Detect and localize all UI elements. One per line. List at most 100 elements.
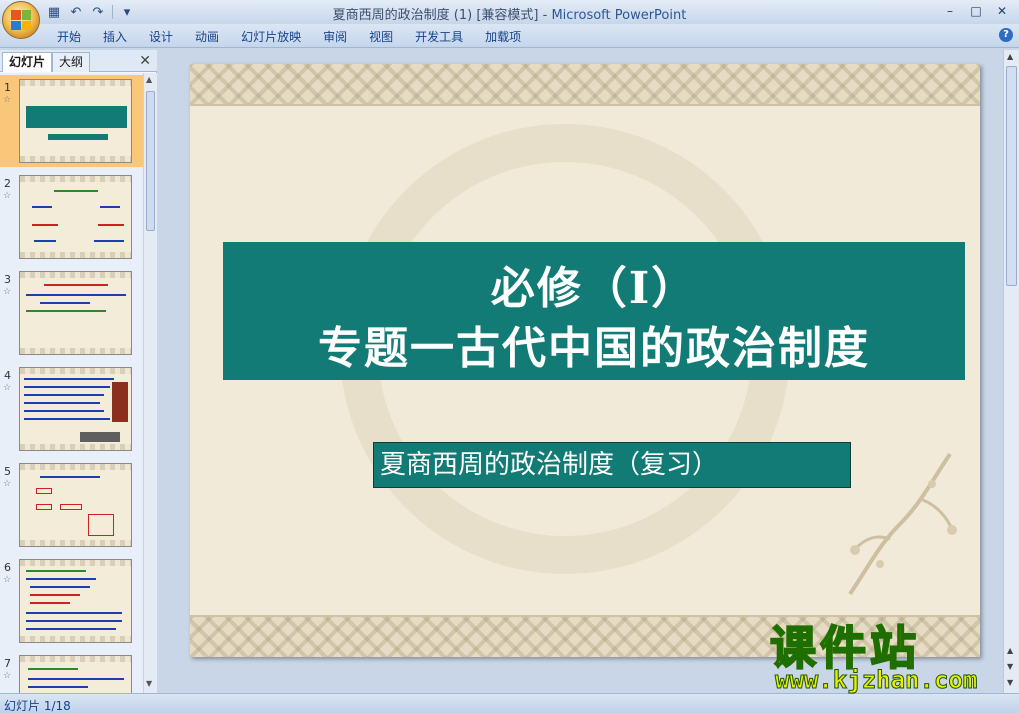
minimize-icon[interactable]: – [937, 2, 963, 20]
title-line-1: 必修（Ⅰ） [490, 263, 698, 314]
thumb-box [36, 488, 52, 494]
thumb-line [40, 302, 90, 304]
animation-star-icon: ☆ [3, 95, 12, 105]
animation-star-icon: ☆ [3, 191, 12, 201]
scroll-down-icon[interactable]: ▼ [146, 679, 152, 688]
thumb-line [94, 240, 124, 242]
status-bar: 幻灯片 1/18 [0, 693, 1019, 713]
slide-thumbnail[interactable] [19, 271, 132, 355]
slide-thumbnail-row[interactable]: 5 ☆ [0, 459, 143, 551]
thumb-line [28, 686, 88, 688]
thumb-line [34, 240, 56, 242]
tab-addins[interactable]: 加载项 [474, 28, 532, 46]
slide-number: 5 [4, 465, 11, 478]
slide-thumbnail-row[interactable]: 3 ☆ [0, 267, 143, 359]
tab-home[interactable]: 开始 [46, 28, 92, 46]
animation-star-icon: ☆ [3, 575, 12, 585]
thumb-line [24, 394, 104, 396]
thumb-line [24, 410, 104, 412]
window-title: 夏商西周的政治制度 (1) [兼容模式] - Microsoft PowerPo… [0, 4, 1019, 23]
slide-thumbnail-list[interactable]: 1 ☆ 2 ☆ 3 ☆ 4 ☆ 5 ☆ 6 ☆ 7 ☆ [0, 73, 143, 693]
office-logo-icon [11, 10, 31, 30]
thumb-line [32, 206, 52, 208]
thumb-border [20, 560, 131, 566]
thumb-box [88, 514, 114, 536]
thumb-subtitle-block [48, 134, 108, 140]
tab-view[interactable]: 视图 [358, 28, 404, 46]
thumb-line [26, 620, 122, 622]
animation-star-icon: ☆ [3, 671, 12, 681]
tab-animations[interactable]: 动画 [184, 28, 230, 46]
thumb-image [80, 432, 120, 442]
slide-thumbnail-row[interactable]: 2 ☆ [0, 171, 143, 263]
subtitle-placeholder[interactable]: 夏商西周的政治制度（复习） [373, 442, 851, 488]
brand-watermark: 课件站 www.kjzhan.com [769, 612, 1010, 695]
thumb-border [20, 656, 131, 662]
tab-outline[interactable]: 大纲 [52, 52, 91, 72]
thumb-line [26, 628, 116, 630]
tab-slides[interactable]: 幻灯片 [2, 52, 53, 72]
thumb-line [100, 206, 120, 208]
tab-developer[interactable]: 开发工具 [404, 28, 474, 46]
slides-pane: 幻灯片 大纲 ✕ 1 ☆ 2 ☆ 3 ☆ 4 ☆ 5 ☆ 6 ☆ 7 ☆ ▲ ▼ [0, 50, 157, 693]
thumb-line [26, 570, 86, 572]
close-pane-icon[interactable]: ✕ [139, 53, 151, 69]
thumb-image [112, 382, 128, 422]
thumb-line [24, 418, 110, 420]
thumbnail-scrollbar[interactable]: ▲ ▼ [143, 73, 157, 693]
maximize-icon[interactable]: □ [963, 2, 989, 20]
scrollbar-thumb[interactable] [1006, 66, 1017, 286]
thumb-line [26, 578, 96, 580]
slide-thumbnail[interactable] [19, 175, 132, 259]
thumb-border [20, 176, 131, 182]
thumb-line [28, 668, 78, 670]
thumb-line [30, 594, 80, 596]
thumb-line [54, 190, 98, 192]
scrollbar-thumb[interactable] [146, 91, 155, 231]
office-button[interactable] [2, 1, 40, 39]
thumb-border [20, 636, 131, 642]
slide-counter: 幻灯片 1/18 [4, 699, 71, 713]
slide-thumbnail-row[interactable]: 1 ☆ [0, 75, 143, 167]
thumb-border [20, 348, 131, 354]
thumb-line [44, 284, 108, 286]
tab-slide-show[interactable]: 幻灯片放映 [230, 28, 312, 46]
thumb-line [28, 678, 124, 680]
thumb-line [26, 612, 122, 614]
close-icon[interactable]: ✕ [989, 2, 1015, 20]
document-title: 夏商西周的政治制度 (1) [兼容模式] - [332, 8, 552, 23]
thumb-border [20, 464, 131, 470]
thumb-line [24, 378, 114, 380]
animation-star-icon: ☆ [3, 383, 12, 393]
slide-thumbnail-row[interactable]: 7 ☆ [0, 651, 143, 693]
thumb-title-block [26, 106, 127, 128]
ribbon: 开始 插入 设计 动画 幻灯片放映 审阅 视图 开发工具 加载项 ? [0, 24, 1019, 48]
slide-thumbnail-row[interactable]: 4 ☆ [0, 363, 143, 455]
slide-canvas[interactable]: 必修（Ⅰ） 专题一古代中国的政治制度 夏商西周的政治制度（复习） [190, 64, 980, 657]
title-bar: ▦ ↶ ↷ ▾ 夏商西周的政治制度 (1) [兼容模式] - Microsoft… [0, 0, 1019, 24]
title-placeholder[interactable]: 必修（Ⅰ） 专题一古代中国的政治制度 [223, 242, 965, 380]
tab-review[interactable]: 审阅 [312, 28, 358, 46]
slide-thumbnail[interactable] [19, 655, 132, 693]
scroll-up-icon[interactable]: ▲ [1007, 52, 1013, 61]
thumb-border [20, 368, 131, 374]
thumb-border [20, 540, 131, 546]
help-icon[interactable]: ? [999, 28, 1013, 42]
brand-url: www.kjzhan.com [774, 666, 978, 695]
slide-thumbnail[interactable] [19, 463, 132, 547]
slide-thumbnail[interactable] [19, 367, 132, 451]
slide-thumbnail[interactable] [19, 559, 132, 643]
tab-design[interactable]: 设计 [138, 28, 184, 46]
scroll-up-icon[interactable]: ▲ [146, 75, 152, 84]
slide-number: 6 [4, 561, 11, 574]
thumb-box [36, 504, 52, 510]
slide-scrollbar[interactable]: ▲ ▲ ▼ ▼ [1003, 50, 1019, 693]
thumb-border [20, 444, 131, 450]
thumb-border [20, 80, 131, 86]
slide-thumbnail-row[interactable]: 6 ☆ [0, 555, 143, 647]
thumb-border [20, 156, 131, 162]
tab-insert[interactable]: 插入 [92, 28, 138, 46]
slide-thumbnail[interactable] [19, 79, 132, 163]
thumb-border [20, 272, 131, 278]
thumb-line [32, 224, 58, 226]
